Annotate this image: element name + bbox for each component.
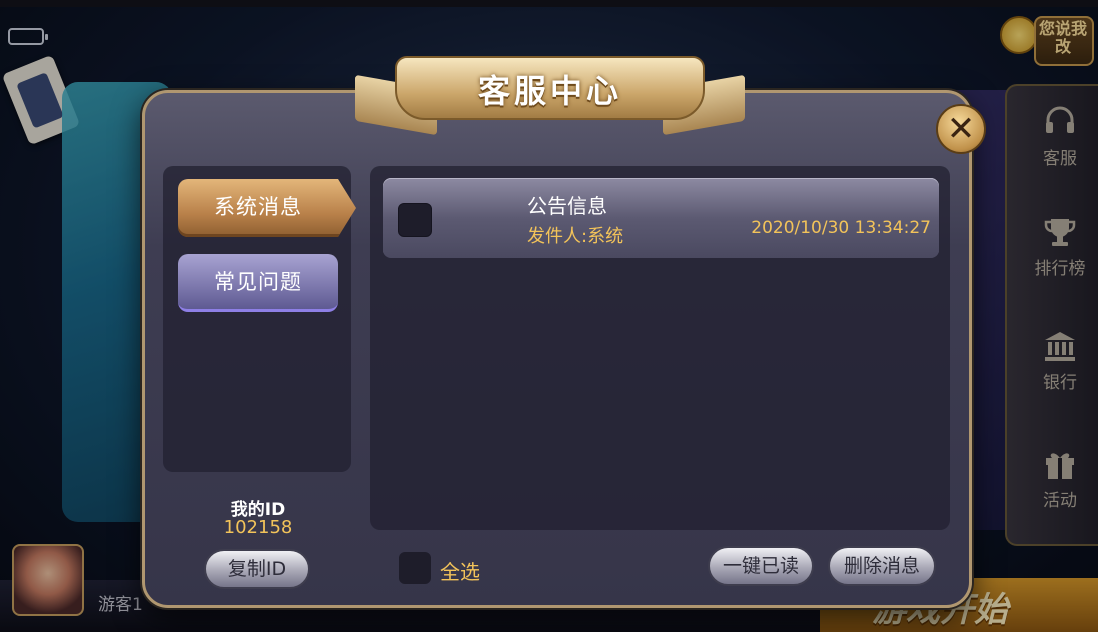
delete-messages-button[interactable]: 删除消息 xyxy=(828,546,936,586)
dialog-title-ribbon: 客服中心 xyxy=(355,48,745,136)
select-all-checkbox[interactable] xyxy=(399,552,431,584)
tab-system-messages[interactable]: 系统消息 xyxy=(178,179,356,237)
close-button[interactable]: ✕ xyxy=(936,104,986,154)
tab-faq[interactable]: 常见问题 xyxy=(178,254,338,312)
copy-id-button[interactable]: 复制ID xyxy=(204,549,310,589)
message-sender: 发件人:系统 xyxy=(527,226,624,247)
message-time: 2020/10/30 13:34:27 xyxy=(751,218,931,238)
my-id-value: 102158 xyxy=(223,517,293,538)
message-item[interactable]: 公告信息 发件人:系统 2020/10/30 13:34:27 xyxy=(383,178,939,258)
message-title: 公告信息 xyxy=(527,194,607,218)
close-icon: ✕ xyxy=(946,109,976,149)
message-checkbox[interactable] xyxy=(398,203,432,237)
mark-all-read-button[interactable]: 一键已读 xyxy=(708,546,814,586)
select-all-label[interactable]: 全选 xyxy=(440,556,480,585)
dialog-title: 客服中心 xyxy=(477,72,622,110)
